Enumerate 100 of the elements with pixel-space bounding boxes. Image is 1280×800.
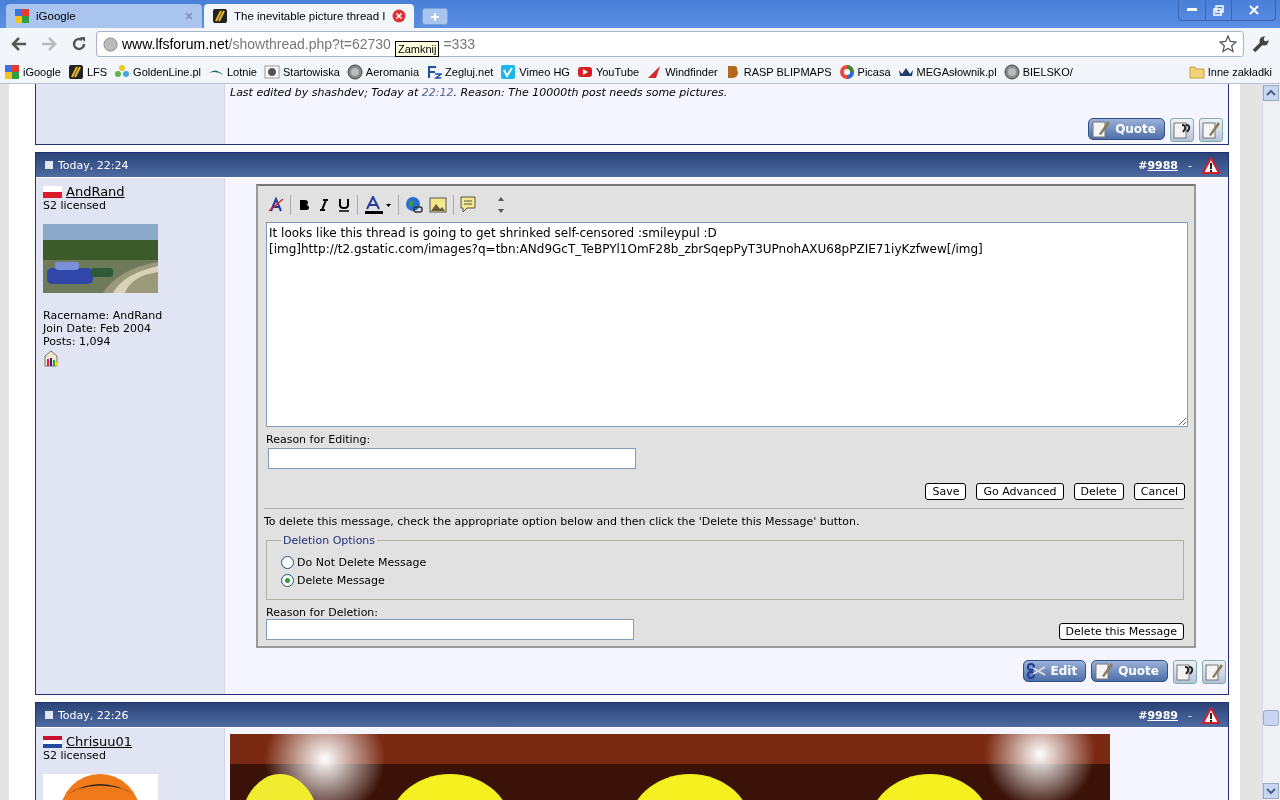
quick-reply-button[interactable]	[1199, 118, 1223, 142]
other-bookmarks[interactable]: Inne zakładki	[1188, 64, 1272, 79]
back-arrow-icon	[11, 37, 27, 51]
globe-icon	[1003, 63, 1020, 80]
fz-icon	[426, 63, 443, 80]
form-button[interactable]: Save	[925, 483, 967, 500]
close-icon	[391, 9, 406, 23]
hash-sign: #	[1138, 708, 1148, 722]
edit-note: Last edited by shashdev; Today at 22:12. Reason: The 10000th post needs some pictures.	[230, 86, 729, 99]
pinwheel-icon	[838, 63, 855, 80]
flag-icon	[43, 735, 62, 748]
user-info: Racername: AndRand	[43, 309, 164, 322]
logo-icon	[264, 63, 280, 80]
hash-sign: #	[1138, 158, 1148, 172]
user-info: Join Date: Feb 2004	[43, 322, 152, 335]
google-icon	[14, 8, 30, 24]
quick-reply-button[interactable]	[1202, 660, 1226, 684]
scroll-thumb-icon	[1263, 710, 1279, 726]
pen-paper-icon	[1094, 661, 1115, 681]
user-rank: S2 licensed	[43, 199, 107, 212]
username-link[interactable]: AndRand	[66, 184, 125, 199]
wing-icon	[208, 68, 224, 75]
url-text: www.lfsforum.net/showthread.php?t=62730	[122, 36, 391, 52]
message-editor[interactable]: It looks like this thread is going to get shrinked self-censored :smileypul :D [img]http://t2.gstatic.com/images?q=tbn:ANd9GcT_TeBPYl1OmF28b_zbrSqepPyT3UPnohAXU68pPZIE71iyKzfwew[/img]	[266, 222, 1188, 427]
quote-paper-icon	[1172, 120, 1192, 140]
input-field[interactable]	[268, 448, 636, 469]
stripes-icon	[67, 63, 84, 80]
scrollbar[interactable]	[1262, 84, 1280, 800]
google-icon	[4, 63, 20, 80]
folder-icon	[1188, 64, 1205, 79]
radio-button[interactable]	[281, 555, 294, 569]
globe-link-icon	[405, 196, 423, 214]
underline-icon	[337, 198, 351, 212]
separator: -	[1188, 708, 1192, 722]
browser-tab[interactable]: The inevitable picture thread I	[204, 4, 414, 28]
warning-icon	[1202, 156, 1220, 174]
separator: -	[1188, 158, 1192, 172]
minimize-icon	[1187, 8, 1197, 12]
vimeo-icon	[500, 63, 517, 80]
user-info: Posts: 1,094	[43, 335, 112, 348]
bold-icon	[297, 198, 311, 212]
delete-instructions: To delete this message, check the appropriate option below and then click the 'Delete this Message' button.	[264, 515, 861, 528]
bookmark[interactable]: BIELSKO/	[1003, 63, 1073, 80]
close-icon	[1248, 5, 1259, 15]
bookmark[interactable]: Aeromania	[346, 63, 420, 80]
input-field[interactable]	[266, 619, 634, 640]
bookmark[interactable]: Windfinder	[646, 63, 718, 80]
bookmark[interactable]: MEGAsłownik.pl	[897, 63, 997, 80]
url-tail: =333	[443, 36, 475, 52]
form-button[interactable]: Cancel	[1133, 483, 1185, 500]
plus-icon	[429, 11, 440, 22]
font-color-icon	[364, 196, 392, 214]
badge-icon	[43, 350, 60, 367]
bookmark[interactable]: RASP BLIPMAPS	[724, 63, 832, 80]
bookmark[interactable]: iGoogle	[4, 63, 61, 80]
quote-icon	[460, 196, 476, 214]
delete-message-button[interactable]: Delete this Message	[1058, 623, 1184, 640]
user-rank: S2 licensed	[43, 749, 107, 762]
wrench-icon	[1252, 35, 1270, 53]
reload-icon	[71, 36, 87, 52]
image-icon	[429, 197, 447, 213]
group-legend: Deletion Options	[281, 534, 378, 547]
form-button[interactable]: Delete	[1073, 483, 1124, 500]
bookmark[interactable]: GoldenLine.pl	[114, 63, 201, 80]
radio-option[interactable]: Delete Message	[281, 571, 1169, 589]
scroll-up-icon	[1263, 85, 1279, 101]
flower-icon	[114, 63, 131, 80]
bookmark[interactable]: Zegluj.net	[426, 63, 494, 80]
scroll-down-icon	[1263, 783, 1279, 799]
star-icon	[1219, 35, 1237, 53]
pen-paper-icon	[1091, 119, 1112, 139]
bookmark[interactable]: LFS	[67, 63, 108, 80]
multi-quote-button[interactable]	[1170, 118, 1194, 142]
remove-format-icon	[268, 197, 284, 213]
pen-paper-icon	[1204, 662, 1224, 682]
globe-icon	[103, 36, 118, 52]
radio-button[interactable]	[281, 573, 294, 587]
bookmark[interactable]: Vimeo HG	[500, 63, 570, 80]
post-number-link[interactable]: 9988	[1147, 158, 1178, 172]
quote-paper-icon	[1175, 662, 1195, 682]
forward-arrow-icon	[41, 37, 57, 51]
pen-paper-icon	[1201, 120, 1221, 140]
post-number-link[interactable]: 9989	[1147, 708, 1178, 722]
bookmark[interactable]: Lotnie	[208, 65, 257, 78]
globe-icon	[346, 63, 363, 80]
field-label: Reason for Deletion:	[266, 606, 380, 619]
document-icon	[44, 160, 54, 170]
username-link[interactable]: Chrisuu01	[66, 734, 133, 749]
post-date: Today, 22:24	[58, 158, 129, 172]
bookmark[interactable]: Picasa	[838, 63, 891, 80]
bookmark[interactable]: Startowiska	[264, 63, 340, 80]
address-bar[interactable]: www.lfsforum.net/showthread.php?t=62730 Zamknij =333	[96, 31, 1244, 57]
form-button[interactable]: Go Advanced	[976, 483, 1064, 500]
edit-time: 22:12	[421, 86, 454, 99]
close-icon	[184, 11, 194, 21]
multi-quote-button[interactable]	[1173, 660, 1197, 684]
browser-tab[interactable]: iGoogle	[6, 4, 202, 28]
radio-option[interactable]: Do Not Delete Message	[281, 553, 1169, 571]
bookmark[interactable]: YouTube	[576, 63, 640, 80]
new-tab-button[interactable]	[421, 8, 448, 25]
